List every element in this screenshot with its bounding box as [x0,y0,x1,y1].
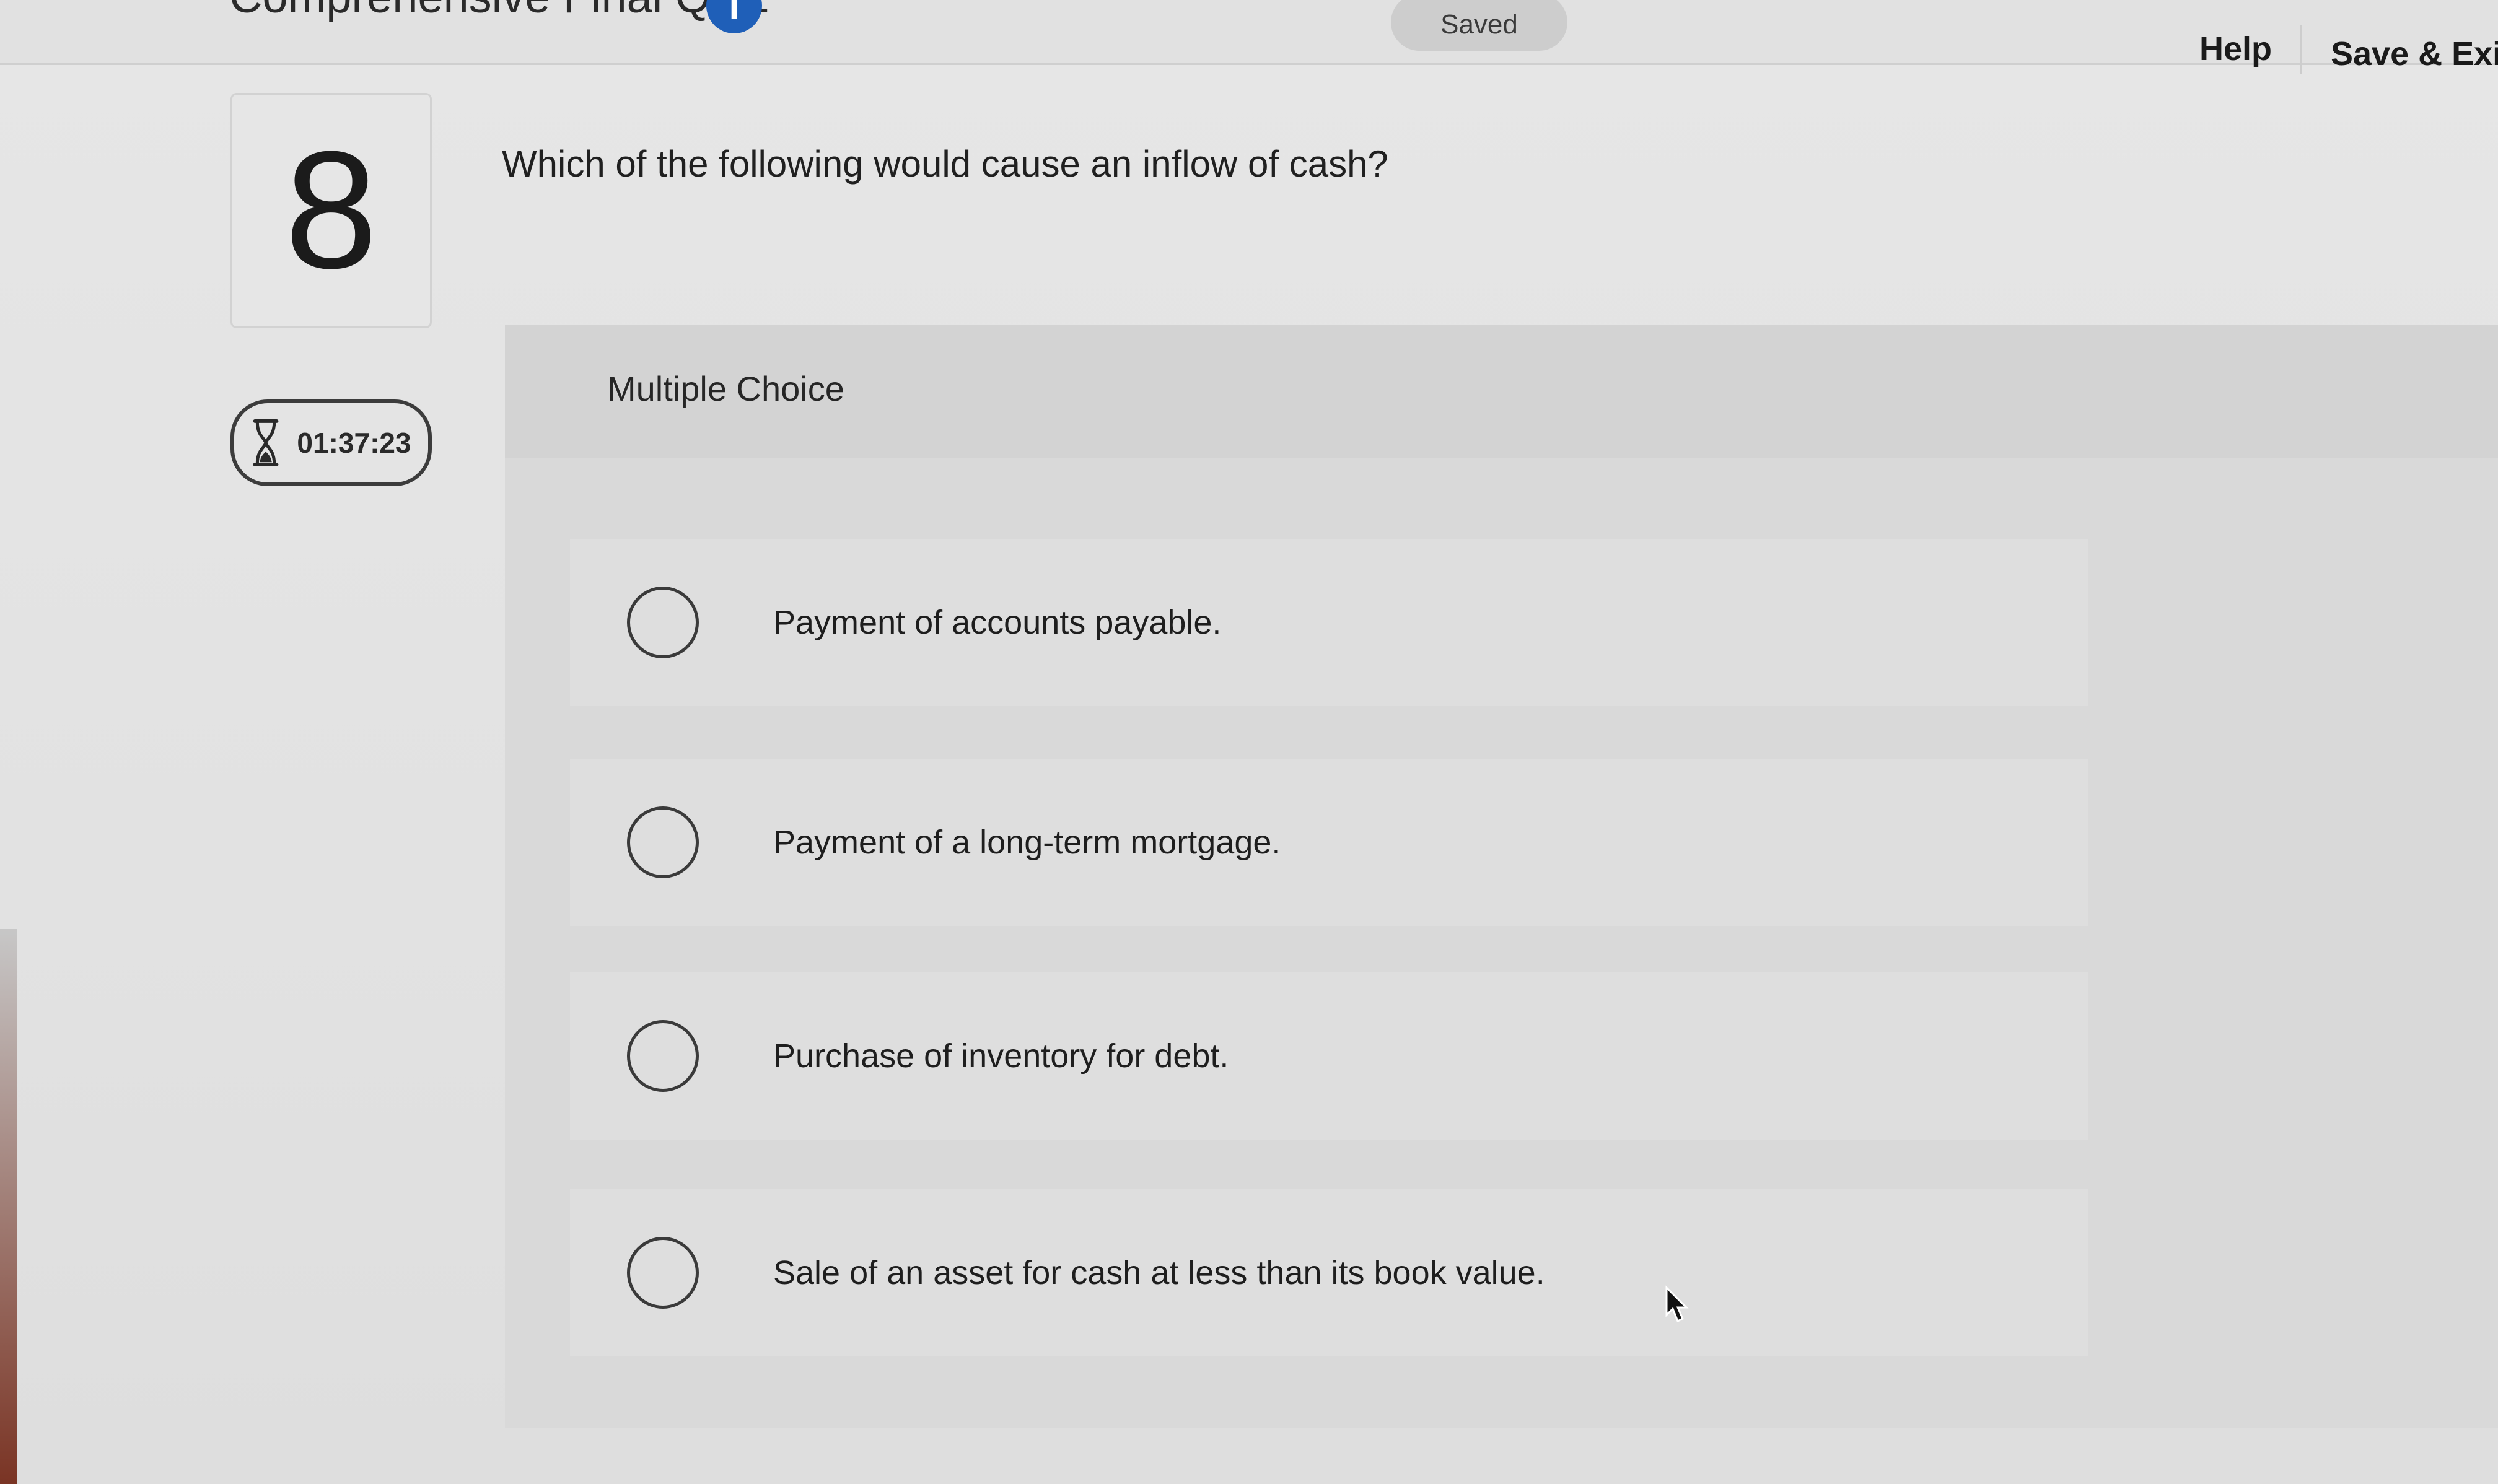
choice-radio[interactable] [627,1237,699,1309]
choice-option[interactable]: Payment of a long-term mortgage. [570,759,2088,926]
choice-label: Payment of accounts payable. [773,604,1222,641]
mouse-pointer-icon [1665,1285,1689,1323]
saved-status-badge: Saved [1391,0,1567,51]
choice-radio[interactable] [627,806,699,878]
choice-label: Payment of a long-term mortgage. [773,824,1281,861]
question-number: 8 [284,117,378,303]
top-bar: Comprehensive Final Quiz i Saved Help Sa… [0,0,2498,74]
info-icon[interactable]: i [706,0,762,33]
choice-radio[interactable] [627,1020,699,1092]
answer-panel: Multiple Choice Payment of accounts paya… [505,325,2498,1428]
quiz-title: Comprehensive Final Quiz [229,0,769,23]
timer-badge: 01:37:23 [230,399,432,486]
save-and-exit-button[interactable]: Save & Exit [2331,35,2498,73]
answer-panel-header: Multiple Choice [505,325,2498,458]
quiz-page: Comprehensive Final Quiz i Saved Help Sa… [0,0,2498,1484]
choice-label: Purchase of inventory for debt. [773,1037,1229,1075]
hourglass-icon [253,419,279,467]
choice-option[interactable]: Payment of accounts payable. [570,539,2088,706]
question-prompt: Which of the following would cause an in… [502,143,1388,185]
choice-label: Sale of an asset for cash at less than i… [773,1254,1545,1291]
header-divider [2300,25,2302,74]
choice-option[interactable]: Purchase of inventory for debt. [570,972,2088,1140]
timer-value: 01:37:23 [297,427,411,459]
choice-radio[interactable] [627,587,699,658]
screen-edge [0,929,17,1484]
help-link[interactable]: Help [2199,30,2272,68]
question-type-label: Multiple Choice [607,369,844,408]
choice-option[interactable]: Sale of an asset for cash at less than i… [570,1189,2088,1356]
question-number-card: 8 [230,93,432,328]
